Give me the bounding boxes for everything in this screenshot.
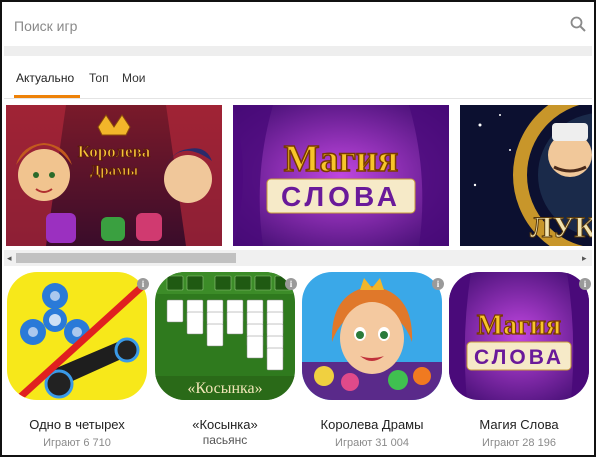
game-grid: i Одно в четырех Играют 6 710 «Косынка» … [4, 268, 592, 455]
solitaire-art: «Косынка» [155, 272, 295, 400]
banner-word-magic[interactable]: Магия СЛОВА [233, 105, 449, 246]
active-tab-indicator [14, 95, 80, 98]
game-title[interactable]: «Косынка» [149, 417, 301, 433]
game-title[interactable]: Одно в четырех [2, 417, 153, 433]
game-card[interactable]: Магия СЛОВА i Магия Слова Играют 28 196 [449, 272, 591, 455]
word-magic-banner-art: Магия СЛОВА [233, 105, 449, 246]
svg-text:«Косынка»: «Косынка» [187, 380, 262, 397]
search-bar [4, 4, 592, 44]
info-icon[interactable]: i [432, 278, 444, 290]
game-thumbnail[interactable] [7, 272, 147, 400]
svg-text:Магия: Магия [477, 310, 561, 341]
svg-text:СЛОВА: СЛОВА [281, 181, 401, 212]
game-title[interactable]: Магия Слова [443, 417, 594, 433]
word-magic-art: Магия СЛОВА [449, 272, 589, 400]
game-thumbnail[interactable] [302, 272, 442, 400]
game-card[interactable]: i Одно в четырех Играют 6 710 [7, 272, 149, 455]
drama-queen-art [302, 272, 442, 400]
game-card[interactable]: i Королева Драмы Играют 31 004 [302, 272, 444, 455]
game-thumbnail[interactable]: «Косынка» [155, 272, 295, 400]
game-players-count: Играют 31 004 [335, 437, 409, 449]
game-players-count: Играют 28 196 [482, 437, 556, 449]
tab-actual[interactable]: Актуально [16, 71, 74, 85]
separator [4, 46, 592, 56]
search-input[interactable] [12, 12, 556, 40]
featured-carousel: Королева Драмы Магия СЛОВА ЛУК [4, 102, 592, 248]
svg-text:Драмы: Драмы [90, 163, 138, 179]
carousel-scrollbar[interactable]: ◂ ▸ [4, 250, 592, 266]
lukomorye-banner-art: ЛУКОМО [460, 105, 592, 246]
search-icon[interactable] [570, 16, 586, 32]
tab-mine[interactable]: Мои [122, 71, 146, 85]
svg-text:ЛУКОМО: ЛУКОМО [530, 211, 592, 244]
tab-top[interactable]: Топ [89, 71, 109, 85]
scroll-right-icon[interactable]: ▸ [582, 252, 587, 264]
scroll-left-icon[interactable]: ◂ [7, 252, 12, 264]
info-icon[interactable]: i [137, 278, 149, 290]
banner-drama-queen[interactable]: Королева Драмы [6, 105, 222, 246]
spinner-hoverboard-art [7, 272, 147, 400]
drama-queen-banner-art: Королева Драмы [6, 105, 222, 246]
svg-text:Королева: Королева [78, 142, 151, 161]
banner-lukomorye[interactable]: ЛУКОМО [460, 105, 592, 246]
game-card[interactable]: «Косынка» i «Косынка» пасьянс [155, 272, 297, 455]
svg-text:СЛОВА: СЛОВА [474, 346, 564, 369]
info-icon[interactable]: i [285, 278, 297, 290]
game-players-count: Играют 6 710 [43, 437, 111, 449]
scrollbar-thumb[interactable] [16, 253, 236, 263]
svg-text:Магия: Магия [284, 138, 399, 180]
games-catalog: Актуально Топ Мои [0, 0, 596, 457]
tab-bar: Актуально Топ Мои [4, 56, 592, 99]
game-thumbnail[interactable]: Магия СЛОВА [449, 272, 589, 400]
game-title-line2[interactable]: пасьянс [149, 433, 301, 447]
game-title[interactable]: Королева Драмы [296, 417, 448, 433]
info-icon[interactable]: i [579, 278, 591, 290]
